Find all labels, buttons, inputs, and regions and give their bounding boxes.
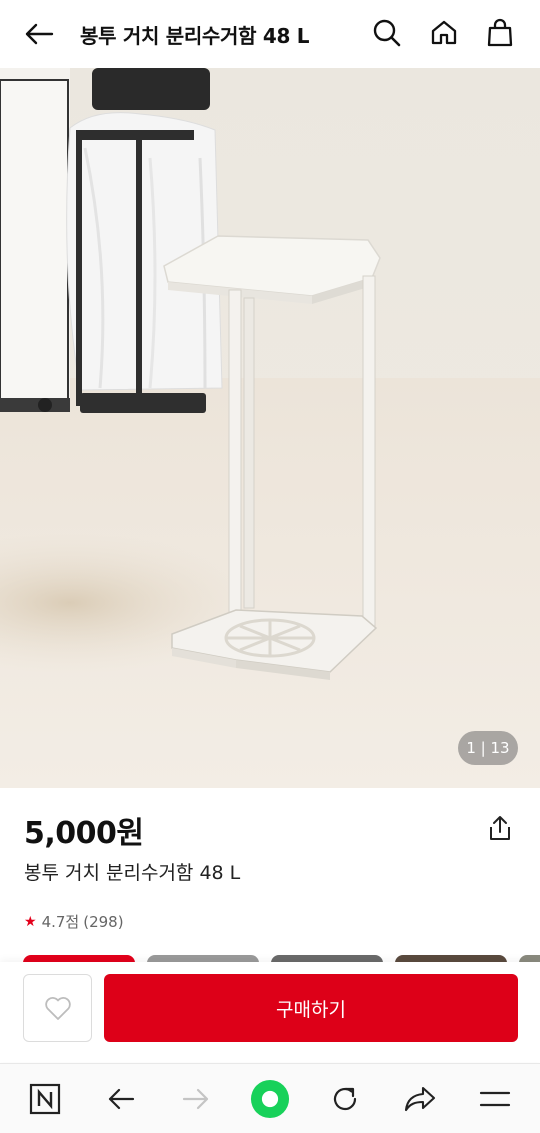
cart-button[interactable]: [483, 16, 517, 50]
naver-n-icon: [29, 1083, 61, 1115]
naver-home-button[interactable]: [25, 1079, 65, 1119]
search-button[interactable]: [370, 16, 404, 50]
rating-value: 4.7점: [41, 913, 80, 931]
product-image[interactable]: [0, 68, 540, 788]
browser-forward-button[interactable]: [176, 1079, 216, 1119]
browser-back-button[interactable]: [101, 1079, 141, 1119]
review-count: (298): [83, 912, 124, 931]
menu-icon: [479, 1091, 511, 1107]
green-dot-button[interactable]: [250, 1079, 290, 1119]
back-icon: [108, 1088, 135, 1110]
home-button[interactable]: [427, 16, 461, 50]
star-icon: ★: [24, 913, 37, 930]
purchase-bar: 구매하기: [0, 962, 540, 1062]
browser-share-button[interactable]: [400, 1079, 440, 1119]
share-icon: [490, 816, 510, 840]
browser-nav-bar: [0, 1063, 540, 1133]
menu-button[interactable]: [475, 1079, 515, 1119]
top-header: 봉투 거치 분리수거함 48 L: [0, 0, 540, 68]
shopping-bag-icon: [487, 18, 513, 47]
wishlist-button[interactable]: [23, 974, 92, 1042]
home-icon: [431, 20, 457, 45]
refresh-icon: [333, 1087, 357, 1111]
product-rating[interactable]: ★ 4.7점 (298): [24, 911, 124, 932]
refresh-button[interactable]: [325, 1079, 365, 1119]
product-price: 5,000원: [24, 816, 144, 851]
back-button[interactable]: [22, 18, 56, 50]
purchase-button[interactable]: 구매하기: [104, 974, 518, 1042]
back-arrow-icon: [25, 23, 54, 45]
page-title: 봉투 거치 분리수거함 48 L: [80, 24, 310, 48]
image-page-counter: 1 | 13: [458, 731, 518, 765]
search-icon: [373, 19, 401, 47]
share-arrow-icon: [404, 1086, 436, 1112]
green-dot-icon: [250, 1079, 290, 1119]
forward-icon: [182, 1088, 209, 1110]
product-name: 봉투 거치 분리수거함 48 L: [24, 862, 241, 884]
heart-icon: [44, 997, 71, 1020]
share-button[interactable]: [484, 812, 516, 844]
product-photo: [0, 68, 540, 788]
